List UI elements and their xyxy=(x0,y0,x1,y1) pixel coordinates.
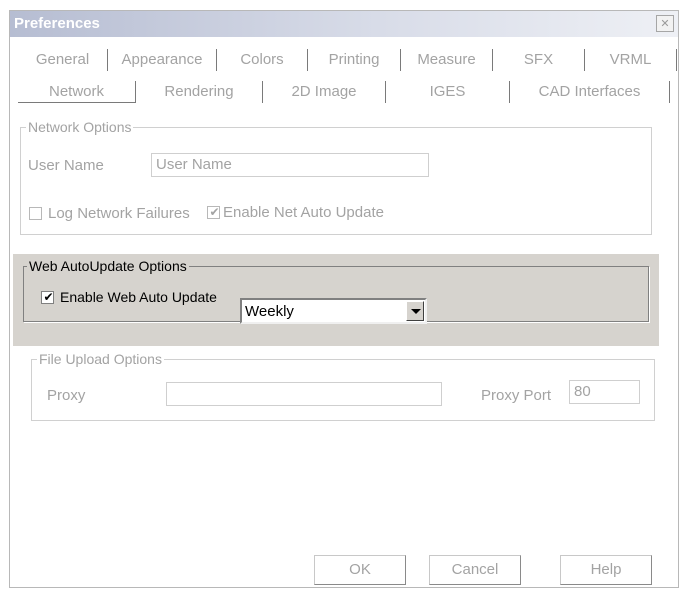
tab-appearance[interactable]: Appearance xyxy=(108,49,217,71)
tab-measure[interactable]: Measure xyxy=(401,49,493,71)
enable-web-auto-update-checkbox[interactable]: ✔ xyxy=(41,290,54,304)
cancel-button[interactable]: Cancel xyxy=(429,555,521,585)
tab-cad-interfaces[interactable]: CAD Interfaces xyxy=(510,81,670,103)
tab-rendering[interactable]: Rendering xyxy=(136,81,263,103)
enable-net-auto-update-label: Enable Net Auto Update xyxy=(223,204,384,221)
tab-sfx[interactable]: SFX xyxy=(493,49,585,71)
tab-2d-image[interactable]: 2D Image xyxy=(263,81,386,103)
file-upload-options-legend: File Upload Options xyxy=(37,351,164,367)
tab-colors[interactable]: Colors xyxy=(217,49,308,71)
update-frequency-value: Weekly xyxy=(245,303,294,320)
help-button[interactable]: Help xyxy=(560,555,652,585)
web-autoupdate-panel: Web AutoUpdate Options ✔ Enable Web Auto… xyxy=(13,254,659,346)
file-upload-options-group: File Upload Options Proxy Proxy Port 80 xyxy=(31,351,655,421)
proxy-port-input[interactable]: 80 xyxy=(569,380,640,404)
web-autoupdate-legend: Web AutoUpdate Options xyxy=(27,258,189,274)
tab-row-2: Network Rendering 2D Image IGES CAD Inte… xyxy=(18,79,670,105)
user-name-label: User Name xyxy=(28,157,104,174)
tab-iges[interactable]: IGES xyxy=(386,81,510,103)
window-title: Preferences xyxy=(14,15,100,32)
tab-row-1: General Appearance Colors Printing Measu… xyxy=(18,47,677,73)
tab-network[interactable]: Network xyxy=(18,81,136,103)
proxy-label: Proxy xyxy=(47,387,86,404)
ok-button[interactable]: OK xyxy=(314,555,406,585)
tab-printing[interactable]: Printing xyxy=(308,49,401,71)
enable-net-auto-update-checkbox[interactable]: ✔ xyxy=(207,205,220,219)
user-name-input[interactable]: User Name xyxy=(151,153,429,177)
network-options-group: Network Options User Name User Name Log … xyxy=(20,119,652,235)
update-frequency-select[interactable]: Weekly xyxy=(240,298,427,324)
check-icon: ✔ xyxy=(43,290,54,304)
log-network-failures-label: Log Network Failures xyxy=(48,205,190,222)
enable-web-auto-update-label: Enable Web Auto Update xyxy=(60,289,217,305)
check-icon: ✔ xyxy=(209,205,220,219)
network-options-legend: Network Options xyxy=(26,119,134,135)
tab-general[interactable]: General xyxy=(18,49,108,71)
tab-vrml[interactable]: VRML xyxy=(585,49,677,71)
close-button[interactable]: ✕ xyxy=(656,15,674,32)
log-network-failures-checkbox[interactable] xyxy=(29,207,42,220)
title-bar[interactable]: Preferences ✕ xyxy=(10,11,678,37)
proxy-port-label: Proxy Port xyxy=(481,387,552,404)
close-icon: ✕ xyxy=(660,17,670,30)
proxy-input[interactable] xyxy=(166,382,442,406)
preferences-dialog: Preferences ✕ General Appearance Colors … xyxy=(9,10,679,588)
chevron-down-icon[interactable] xyxy=(406,301,424,321)
